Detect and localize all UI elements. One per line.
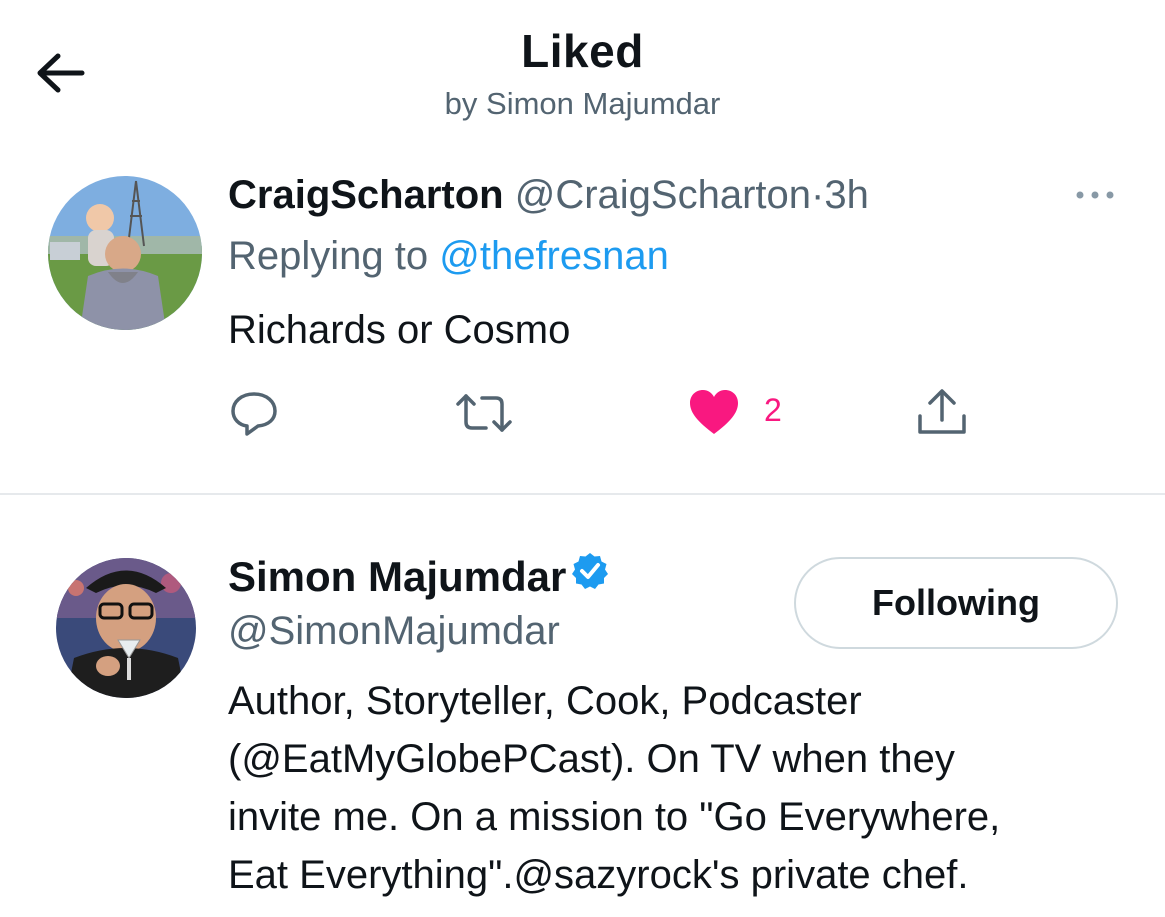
user-bio: Author, Storyteller, Cook, Podcaster (@E… — [228, 672, 1128, 904]
bio-line: (@EatMyGlobePCast). On TV when they — [228, 737, 955, 781]
like-button[interactable]: 2 — [688, 388, 788, 438]
replying-to-mention[interactable]: @thefresnan — [439, 234, 669, 278]
more-icon — [1076, 191, 1114, 199]
share-button[interactable] — [914, 388, 970, 438]
reply-button[interactable] — [228, 388, 280, 438]
heart-icon — [690, 390, 738, 434]
replying-to-prefix: Replying to — [228, 234, 440, 278]
user-avatar[interactable] — [56, 558, 196, 698]
replying-to-line: Replying to @thefresnan — [228, 234, 669, 279]
retweet-button[interactable] — [452, 388, 516, 438]
tweet-header: CraigScharton @CraigScharton·3h — [228, 173, 869, 218]
tweet-timestamp[interactable]: 3h — [824, 173, 869, 217]
user-handle[interactable]: @SimonMajumdar — [228, 609, 560, 654]
like-count: 2 — [764, 392, 782, 428]
share-icon — [918, 389, 966, 434]
user-name-line: Simon Majumdar — [228, 551, 610, 601]
bio-line: Eat Everything".@sazyrock's private chef… — [228, 853, 969, 897]
tweet-author-name[interactable]: CraigScharton — [228, 173, 504, 217]
verified-badge-icon — [572, 552, 609, 589]
page-title: Liked — [521, 25, 644, 77]
tweet-separator: · — [811, 173, 825, 217]
bio-line: invite me. On a mission to "Go Everywher… — [228, 795, 1001, 839]
more-button[interactable] — [1070, 180, 1120, 210]
retweet-icon — [456, 394, 512, 432]
divider — [0, 493, 1165, 495]
reply-icon — [231, 392, 277, 436]
avatar-photo — [56, 558, 196, 698]
verified-badge — [570, 551, 610, 601]
tweet-author-handle[interactable]: @CraigScharton — [515, 173, 811, 217]
tweet-text: Richards or Cosmo — [228, 308, 571, 352]
page-subtitle: by Simon Majumdar — [444, 86, 721, 121]
avatar-photo — [48, 176, 202, 330]
tweet-author-avatar[interactable] — [48, 176, 202, 330]
bio-line: Author, Storyteller, Cook, Podcaster — [228, 679, 862, 723]
following-button[interactable]: Following — [794, 557, 1118, 649]
user-name[interactable]: Simon Majumdar — [228, 553, 566, 600]
